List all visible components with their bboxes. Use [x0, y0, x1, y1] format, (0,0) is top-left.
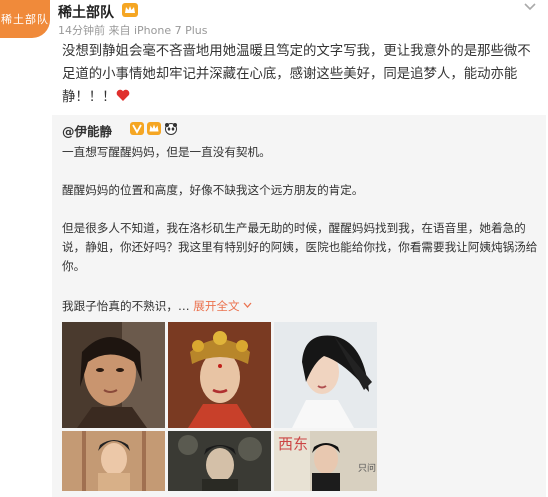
post-meta: 14分钟前 来自 iPhone 7 Plus: [58, 24, 208, 37]
repost-paragraph-4: 我跟子怡真的不熟识，… 展开全文: [62, 297, 540, 316]
avatar-text: 稀土部队: [1, 13, 49, 26]
repost-preview-text: 我跟子怡真的不熟识，…: [62, 299, 190, 313]
thumbnail-text-xidong: 西东: [278, 435, 308, 453]
user-name[interactable]: 稀土部队: [58, 2, 114, 22]
photo-thumbnail-3[interactable]: [274, 322, 377, 428]
photo-thumbnail-6[interactable]: 西东 只问: [274, 431, 377, 491]
chevron-down-icon[interactable]: [522, 0, 538, 14]
repost-paragraph-2: 醒醒妈妈的位置和高度，好像不缺我这个远方朋友的肯定。: [62, 183, 364, 197]
thumbnail-text-zhiwen: 只问: [358, 462, 376, 474]
repost-paragraph-3: 但是很多人不知道，我在洛杉矶生产最无助的时候，醒醒妈妈找到我，在语音里，她着急的…: [62, 221, 538, 273]
vip-crown-icon: [147, 122, 161, 135]
chevron-down-icon: [243, 302, 252, 308]
photo-thumbnail-5[interactable]: [168, 431, 271, 491]
panda-icon: [165, 123, 177, 135]
repost-badges: [130, 122, 178, 135]
verified-icon: [130, 122, 144, 135]
heart-icon: [116, 89, 129, 101]
post-body: 没想到静姐会毫不吝啬地用她温暖且笃定的文字写我，更让我意外的是那些微不足道的小事…: [62, 44, 531, 105]
expand-full-text-link[interactable]: 展开全文: [193, 299, 252, 313]
repost-author[interactable]: @伊能静: [62, 121, 112, 140]
avatar[interactable]: 稀土部队: [0, 0, 50, 38]
photo-thumbnail-4[interactable]: [62, 431, 165, 491]
post-text: 没想到静姐会毫不吝啬地用她温暖且笃定的文字写我，更让我意外的是那些微不足道的小事…: [62, 40, 540, 109]
photo-thumbnail-2[interactable]: [168, 322, 271, 428]
vip-crown-icon: [122, 3, 138, 17]
repost-card[interactable]: @伊能静 一直想写醒醒妈妈，但是一直没有契机。 醒醒妈妈的位置和高度，好像不缺我…: [52, 115, 546, 497]
repost-paragraph-1: 一直想写醒醒妈妈，但是一直没有契机。: [62, 145, 271, 159]
photo-thumbnail-1[interactable]: [62, 322, 165, 428]
expand-label: 展开全文: [193, 299, 240, 313]
